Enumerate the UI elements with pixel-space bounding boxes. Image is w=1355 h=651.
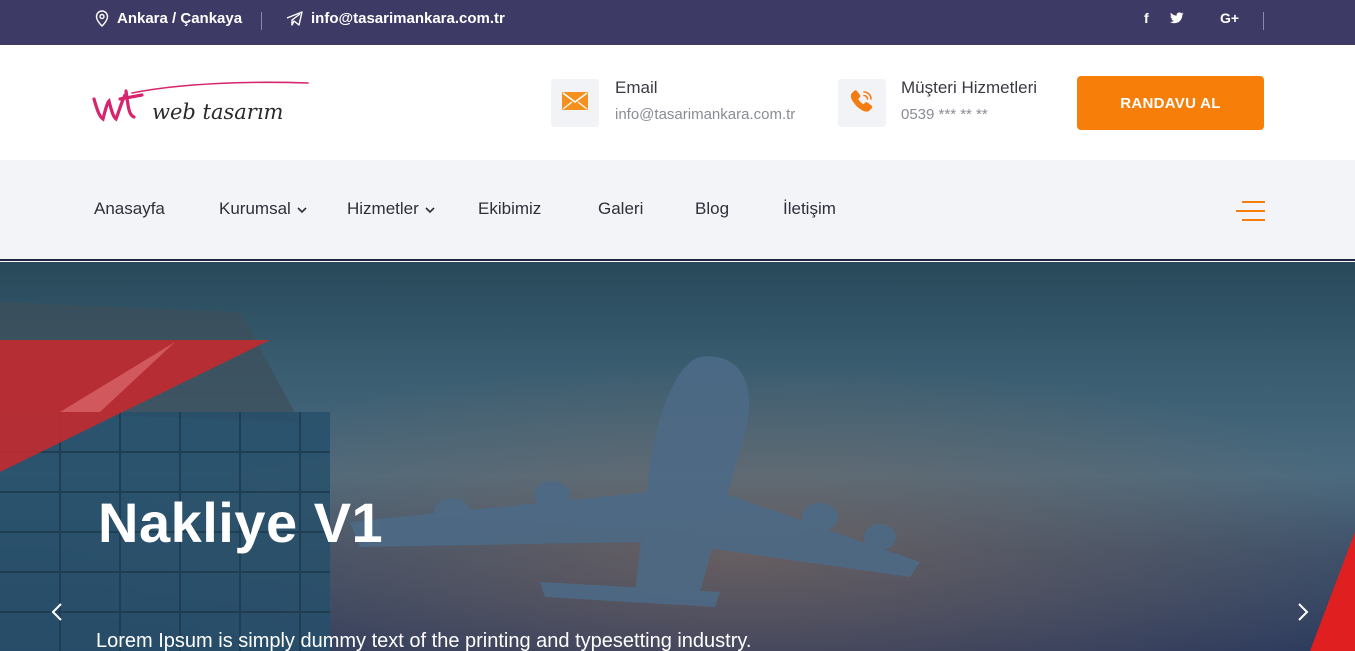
top-bar: Ankara / Çankaya info@tasarimankara.com.… — [0, 0, 1355, 45]
nav-item-label: Anasayfa — [94, 199, 165, 218]
email-value[interactable]: info@tasarimankara.com.tr — [615, 106, 795, 123]
envelope-icon — [562, 91, 588, 115]
hamburger-menu-icon[interactable] — [1236, 200, 1265, 222]
nav-item-label: Galeri — [598, 199, 644, 218]
prev-slide-arrow-icon[interactable] — [42, 597, 72, 627]
nav-item-label: Blog — [695, 199, 730, 218]
facebook-icon[interactable]: f — [1144, 10, 1149, 26]
send-icon — [286, 11, 303, 26]
nav-item-galeri[interactable]: Galeri — [598, 199, 643, 219]
twitter-icon[interactable] — [1170, 12, 1184, 24]
map-pin-icon — [95, 10, 109, 27]
logo-wordmark: web tasarım — [152, 100, 283, 124]
nav-item-blog[interactable]: Blog — [695, 199, 729, 219]
location-text: Ankara / Çankaya — [117, 10, 243, 27]
phone-icon — [849, 88, 875, 119]
divider — [261, 12, 262, 30]
nav-item-kurumsal[interactable]: Kurumsal — [219, 199, 307, 219]
location-info: Ankara / Çankaya — [95, 10, 242, 27]
phone-value[interactable]: 0539 *** ** ** — [901, 106, 988, 123]
nav-item-label: Hizmetler — [347, 199, 419, 218]
nav-item-ekibimiz[interactable]: Ekibimiz — [478, 199, 541, 219]
site-logo[interactable]: web tasarım — [92, 81, 312, 133]
hero-background-image — [0, 262, 1355, 651]
topbar-email-text: info@tasarimankara.com.tr — [311, 10, 505, 27]
google-plus-icon[interactable]: G+ — [1220, 10, 1239, 26]
email-icon-box — [551, 79, 599, 127]
email-title: Email — [615, 78, 658, 97]
hero-title: Nakliye V1 — [98, 491, 384, 554]
chevron-down-icon — [425, 199, 435, 219]
appointment-button[interactable]: RANDAVU AL — [1077, 76, 1264, 130]
nav-item-label: Ekibimiz — [478, 199, 542, 218]
divider — [1263, 12, 1264, 30]
site-header: web tasarım Email info@tasarimankara.com… — [0, 45, 1355, 160]
nav-item-label: Kurumsal — [219, 199, 291, 218]
nav-item-label: İletişim — [783, 199, 836, 218]
topbar-email[interactable]: info@tasarimankara.com.tr — [286, 10, 505, 27]
nav-item-anasayfa[interactable]: Anasayfa — [94, 199, 165, 219]
next-slide-arrow-icon[interactable] — [1288, 597, 1318, 627]
chevron-down-icon — [297, 199, 307, 219]
nav-item-iletisim[interactable]: İletişim — [783, 199, 836, 219]
phone-title: Müşteri Hizmetleri — [901, 78, 1038, 97]
main-nav: Anasayfa Kurumsal Hizmetler Ekibimiz Gal… — [0, 160, 1355, 261]
hero-text: Lorem Ipsum is simply dummy text of the … — [96, 630, 752, 651]
phone-icon-box — [838, 79, 886, 127]
nav-item-hizmetler[interactable]: Hizmetler — [347, 199, 435, 219]
hero-slider: Nakliye V1 Lorem Ipsum is simply dummy t… — [0, 262, 1355, 651]
